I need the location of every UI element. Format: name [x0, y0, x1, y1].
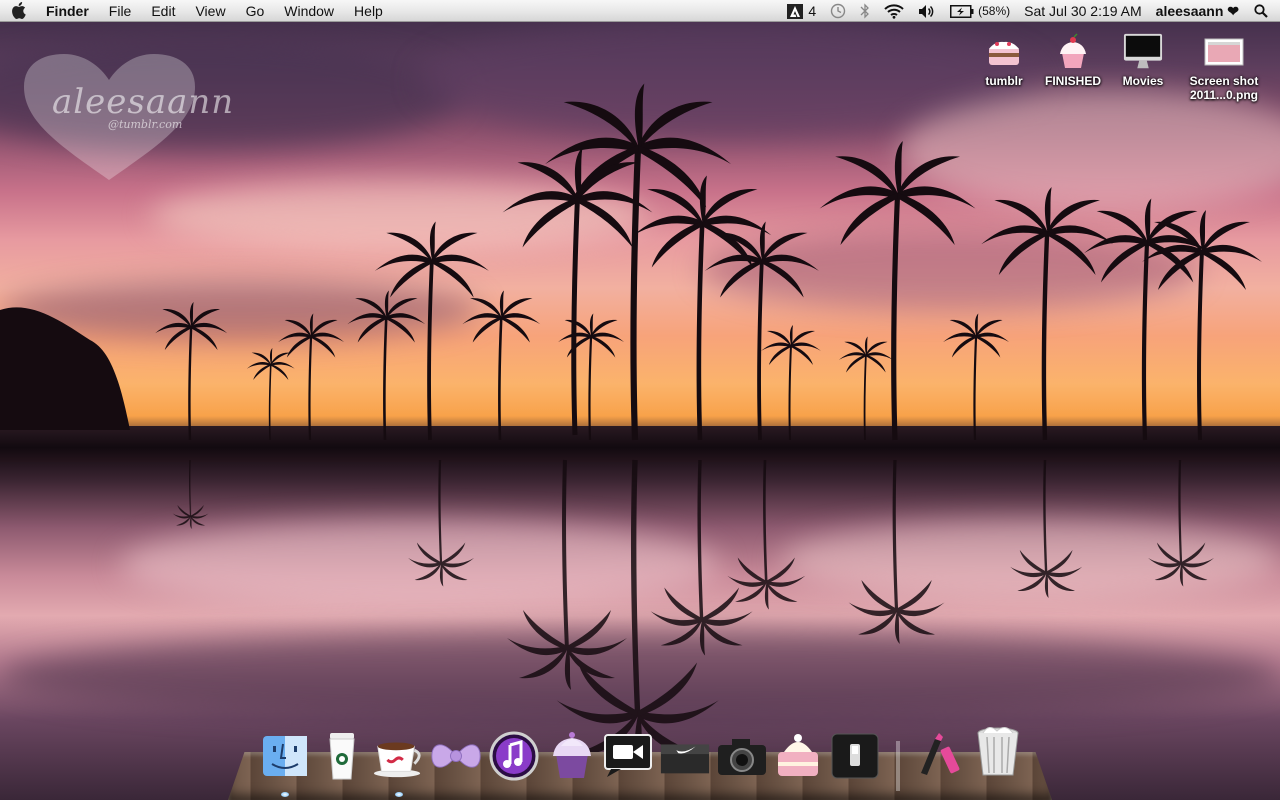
running-indicator	[395, 792, 403, 797]
bluetooth-icon	[860, 3, 870, 19]
desktop-icon-label: Movies	[1122, 74, 1164, 88]
running-indicator	[281, 792, 289, 797]
cupcake-icon	[1053, 32, 1093, 72]
time-machine-menu[interactable]	[823, 3, 853, 19]
desktop-icon-screenshot[interactable]: Screen shot 2011...0.png	[1180, 32, 1268, 104]
dock-item-cake[interactable]	[772, 728, 824, 780]
dock-item-coffee-mug[interactable]	[372, 730, 424, 782]
battery-menu[interactable]: (58%)	[943, 0, 1017, 22]
dock-item-cupcake[interactable]	[546, 728, 598, 780]
time-machine-icon	[830, 3, 846, 19]
user-account-menu[interactable]: aleesaann ❤	[1149, 0, 1246, 22]
bluetooth-menu[interactable]	[853, 3, 877, 19]
dock-item-itunes[interactable]	[488, 730, 540, 782]
adobe-icon	[787, 3, 804, 19]
makeup-icon	[921, 733, 960, 775]
coffee-mug-icon	[373, 742, 421, 778]
search-icon	[1254, 4, 1268, 18]
cake-icon	[778, 734, 818, 776]
menu-bar: Finder File Edit View Go Window Help 4 (…	[0, 0, 1280, 22]
edit-menu[interactable]: Edit	[141, 0, 185, 22]
imac-icon	[1123, 32, 1163, 72]
dock-item-nike-box[interactable]	[659, 730, 711, 782]
finder-icon	[263, 736, 307, 776]
cupcake-icon	[553, 732, 591, 778]
switch-icon	[831, 733, 879, 779]
view-menu[interactable]: View	[185, 0, 235, 22]
screenshot-file-icon	[1204, 32, 1244, 72]
bow-icon	[431, 744, 481, 768]
trash-icon	[977, 727, 1019, 776]
finder-app-menu[interactable]: Finder	[36, 0, 99, 22]
dock-item-switch[interactable]	[829, 730, 881, 782]
camera-icon	[718, 739, 766, 775]
separator-icon	[896, 741, 900, 791]
desktop-icon-label: FINISHED	[1044, 74, 1101, 88]
desktop-icon-movies[interactable]: Movies	[1101, 32, 1185, 90]
speaker-volume-icon	[919, 4, 934, 18]
dock-separator	[888, 740, 908, 792]
spotlight-menu[interactable]	[1246, 4, 1280, 18]
file-menu[interactable]: File	[99, 0, 142, 22]
dock-item-trash[interactable]	[972, 726, 1024, 778]
dock-item-makeup[interactable]	[914, 728, 966, 780]
cake-icon	[984, 32, 1024, 72]
window-menu[interactable]: Window	[274, 0, 344, 22]
dock-item-finder[interactable]	[259, 730, 311, 782]
battery-charging-icon	[950, 4, 974, 18]
help-menu[interactable]: Help	[344, 0, 393, 22]
wifi-menu[interactable]	[877, 3, 911, 19]
volume-menu[interactable]	[911, 4, 943, 19]
go-menu[interactable]: Go	[236, 0, 275, 22]
aleesaann-heart-watermark: aleesaann @tumblr.com	[22, 52, 233, 182]
video-camera-icon	[604, 734, 652, 777]
dock-item-camera[interactable]	[716, 730, 768, 782]
apple-menu[interactable]	[0, 0, 36, 22]
watermark-text: aleesaann	[52, 82, 235, 122]
starbucks-cup-icon	[329, 733, 355, 780]
dock-item-video-chat[interactable]	[602, 730, 654, 782]
battery-percent: (58%)	[978, 4, 1011, 18]
desktop-icon-label: tumblr	[985, 74, 1023, 88]
wifi-icon	[884, 3, 904, 19]
dock-item-bow[interactable]	[430, 730, 482, 782]
desktop-icon-label: Screen shot 2011...0.png	[1189, 74, 1259, 102]
nike-box-icon	[660, 744, 710, 774]
adobe-updater-menu[interactable]: 4	[780, 0, 823, 22]
clock-menu[interactable]: Sat Jul 30 2:19 AM	[1017, 0, 1149, 22]
watermark-subtext: @tumblr.com	[108, 118, 183, 131]
itunes-icon	[489, 731, 539, 781]
dock-item-coffee-cup[interactable]	[316, 730, 368, 782]
adobe-update-count: 4	[808, 3, 817, 19]
apple-icon	[11, 2, 26, 19]
